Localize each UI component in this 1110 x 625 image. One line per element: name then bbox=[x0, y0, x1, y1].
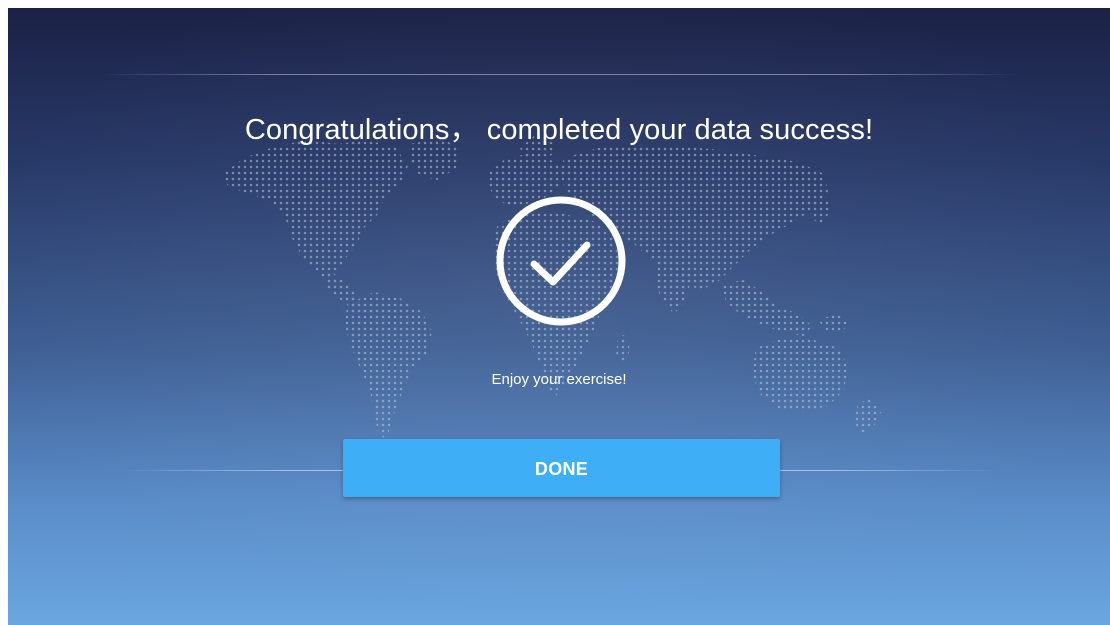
success-screen: Congratulations， completed your data suc… bbox=[8, 8, 1110, 625]
top-divider bbox=[98, 74, 1020, 75]
done-button[interactable]: DONE bbox=[343, 439, 780, 497]
success-title: Congratulations， completed your data suc… bbox=[244, 114, 874, 146]
checkmark-circle-icon bbox=[496, 196, 626, 326]
success-message: Enjoy your exercise! bbox=[491, 371, 627, 388]
